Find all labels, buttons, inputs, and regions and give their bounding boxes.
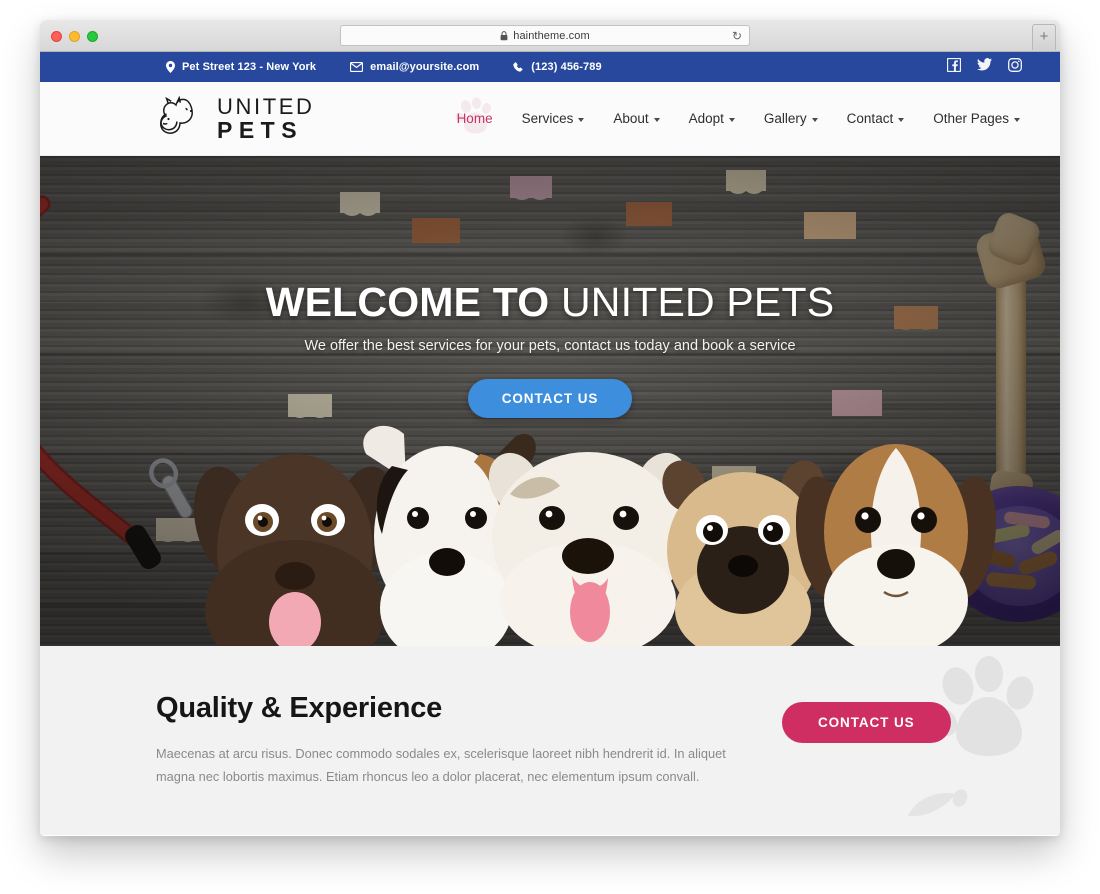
page-viewport: Pet Street 123 - New York email@yoursite… <box>40 52 1060 835</box>
address-info[interactable]: Pet Street 123 - New York <box>166 61 316 73</box>
quality-body-text: Maecenas at arcu risus. Donec commodo so… <box>156 746 726 784</box>
quality-section: Quality & Experience Maecenas at arcu ri… <box>40 646 1060 835</box>
browser-window: haintheme.com ↻ + Pet Street 123 - New Y… <box>40 20 1060 836</box>
contact-info-group: Pet Street 123 - New York email@yoursite… <box>166 61 602 73</box>
chevron-down-icon <box>728 117 735 122</box>
logo-wordmark: UNITED PETS <box>217 93 315 143</box>
email-label: email@yoursite.com <box>370 61 480 73</box>
quality-text-block: Quality & Experience Maecenas at arcu ri… <box>156 692 746 789</box>
nav-label-services: Services <box>521 111 574 126</box>
hero-title-bold: WELCOME TO <box>265 279 550 325</box>
nav-item-about[interactable]: About <box>611 107 661 130</box>
envelope-icon <box>350 62 364 72</box>
chevron-down-icon <box>898 117 905 122</box>
minimize-window-button[interactable] <box>69 31 80 42</box>
map-marker-icon <box>166 61 175 73</box>
hero-banner: WELCOME TO UNITED PETS We offer the best… <box>40 156 1060 646</box>
nav-item-services[interactable]: Services <box>520 107 587 130</box>
address-bar[interactable]: haintheme.com ↻ <box>340 25 750 46</box>
nav-label-gallery: Gallery <box>763 111 807 126</box>
site-header: UNITED PETS Home Services About Adopt Ga… <box>40 82 1060 156</box>
logo-line-2: PETS <box>217 116 304 143</box>
instagram-icon[interactable] <box>1008 57 1022 77</box>
site-logo[interactable]: UNITED PETS <box>156 95 315 142</box>
dog-cat-logo-icon <box>156 95 206 142</box>
chevron-down-icon <box>1014 117 1020 122</box>
hero-title: WELCOME TO UNITED PETS <box>40 280 1060 324</box>
main-navigation: Home Services About Adopt Gallery Contac… <box>455 96 1022 133</box>
paw-print-watermark-small-icon <box>902 788 968 827</box>
nav-item-gallery[interactable]: Gallery <box>762 107 820 130</box>
nav-item-contact[interactable]: Contact <box>845 107 907 130</box>
address-label: Pet Street 123 - New York <box>182 61 317 73</box>
dogs-group <box>40 396 1060 646</box>
nav-item-other-pages[interactable]: Other Pages <box>931 107 1022 130</box>
twitter-icon[interactable] <box>977 58 992 76</box>
phone-info[interactable]: (123) 456-789 <box>513 61 602 73</box>
browser-chrome: haintheme.com ↻ + <box>40 20 1060 52</box>
hero-contact-us-button[interactable]: CONTACT US <box>467 379 633 419</box>
logo-line-1: UNITED <box>217 93 315 119</box>
nav-label-about: About <box>613 111 649 126</box>
traffic-lights <box>51 31 98 42</box>
nav-item-adopt[interactable]: Adopt <box>687 107 737 130</box>
phone-label: (123) 456-789 <box>531 61 602 73</box>
hero-subtitle: We offer the best services for your pets… <box>304 338 796 355</box>
address-bar-url: haintheme.com <box>513 29 590 42</box>
hero-content: WELCOME TO UNITED PETS We offer the best… <box>40 280 1060 419</box>
phone-icon <box>513 61 524 73</box>
social-links-group <box>946 57 1022 77</box>
hero-title-light: UNITED PETS <box>560 279 835 325</box>
nav-item-home[interactable]: Home <box>455 96 495 133</box>
top-info-bar: Pet Street 123 - New York email@yoursite… <box>40 52 1060 82</box>
email-info[interactable]: email@yoursite.com <box>350 61 479 73</box>
reload-icon[interactable]: ↻ <box>732 30 742 43</box>
chevron-down-icon <box>811 117 818 122</box>
quality-title: Quality & Experience <box>156 692 443 724</box>
dog-beagle <box>796 444 996 646</box>
zoom-window-button[interactable] <box>87 31 98 42</box>
quality-contact-us-button[interactable]: CONTACT US <box>782 702 951 743</box>
close-window-button[interactable] <box>51 31 62 42</box>
lock-icon <box>500 28 508 46</box>
nav-label-adopt: Adopt <box>688 111 724 126</box>
nav-label-other-pages: Other Pages <box>933 111 1009 126</box>
chevron-down-icon <box>578 117 585 122</box>
nav-label-home: Home <box>456 111 493 126</box>
quality-content: Quality & Experience Maecenas at arcu ri… <box>156 692 1022 789</box>
nav-label-contact: Contact <box>846 111 894 126</box>
facebook-icon[interactable] <box>946 57 962 77</box>
chevron-down-icon <box>653 117 660 122</box>
new-tab-button[interactable]: + <box>1032 24 1056 50</box>
